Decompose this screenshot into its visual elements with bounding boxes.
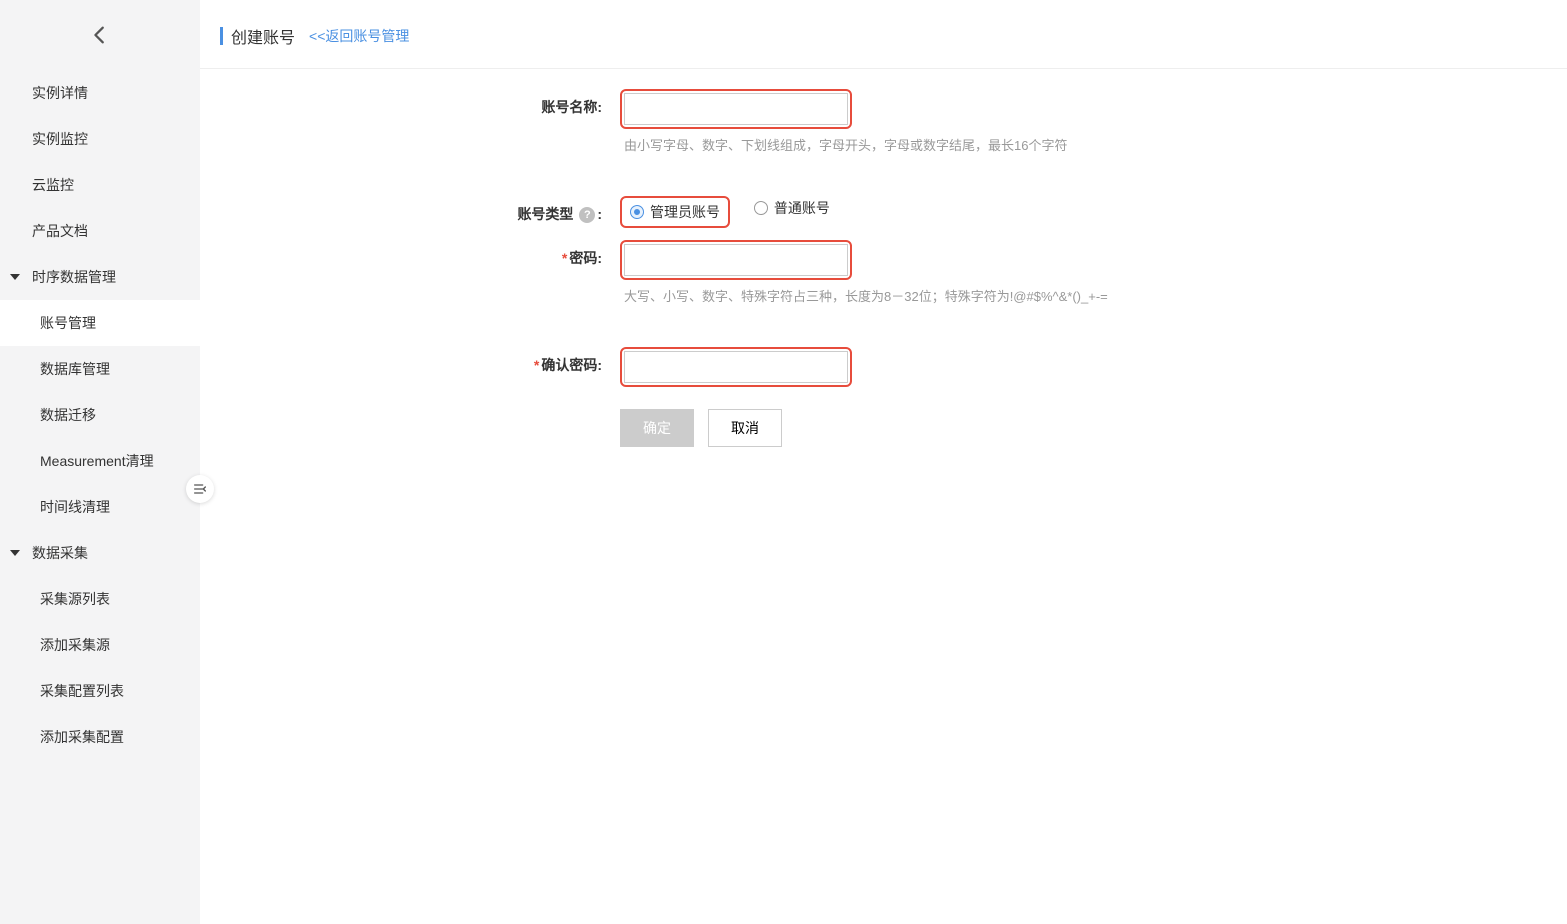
sidebar-item-instance-detail[interactable]: 实例详情 [0,70,200,116]
sidebar-item-source-list[interactable]: 采集源列表 [0,576,200,622]
sidebar-group-label: 数据采集 [32,543,88,563]
sidebar-item-config-list[interactable]: 采集配置列表 [0,668,200,714]
cancel-button[interactable]: 取消 [708,409,782,447]
back-link[interactable]: <<返回账号管理 [309,26,409,46]
account-name-label: 账号名称: [220,89,620,117]
page-title: 创建账号 [231,24,295,48]
chevron-left-icon [89,24,111,46]
sidebar: 实例详情 实例监控 云监控 产品文档 时序数据管理 账号管理 数据库管理 数据迁… [0,0,200,924]
password-label: *密码: [220,240,620,268]
confirm-password-input[interactable] [624,351,848,383]
radio-admin-label: 管理员账号 [650,202,720,222]
sidebar-item-add-config[interactable]: 添加采集配置 [0,714,200,760]
sidebar-item-account-manage[interactable]: 账号管理 [0,300,200,346]
confirm-button[interactable]: 确定 [620,409,694,447]
account-type-label-text: 账号类型 [517,206,573,222]
create-account-form: 账号名称: 由小写字母、数字、下划线组成，字母开头，字母或数字结尾，最长16个字… [200,69,1567,479]
sidebar-group-tsdata[interactable]: 时序数据管理 [0,254,200,300]
radio-normal-label: 普通账号 [774,198,830,218]
sidebar-group-label: 时序数据管理 [32,267,116,287]
back-button[interactable] [0,0,200,70]
account-name-highlight [620,89,852,129]
sidebar-item-instance-monitor[interactable]: 实例监控 [0,116,200,162]
account-name-hint: 由小写字母、数字、下划线组成，字母开头，字母或数字结尾，最长16个字符 [624,135,1547,154]
password-hint: 大写、小写、数字、特殊字符占三种，长度为8－32位；特殊字符为!@#$%^&*(… [624,286,1547,305]
sidebar-item-docs[interactable]: 产品文档 [0,208,200,254]
page-header: 创建账号 <<返回账号管理 [200,0,1567,69]
sidebar-item-timeline-clean[interactable]: 时间线清理 [0,484,200,530]
sidebar-group-collect[interactable]: 数据采集 [0,530,200,576]
account-type-colon: : [597,206,602,222]
password-highlight [620,240,852,280]
radio-normal[interactable] [754,201,768,215]
sidebar-item-database-manage[interactable]: 数据库管理 [0,346,200,392]
account-name-input[interactable] [624,93,848,125]
password-label-text: 密码: [569,250,602,266]
confirm-password-highlight [620,347,852,387]
help-icon[interactable]: ? [579,207,595,223]
account-type-admin-highlight: 管理员账号 [620,196,730,228]
account-type-label: 账号类型 ?: [220,196,620,224]
sidebar-item-data-migrate[interactable]: 数据迁移 [0,392,200,438]
sidebar-item-cloud-monitor[interactable]: 云监控 [0,162,200,208]
sidebar-item-measurement-clean[interactable]: Measurement清理 [0,438,200,484]
chevron-down-icon [10,550,20,556]
radio-admin[interactable] [630,205,644,219]
confirm-password-label-text: 确认密码: [541,357,602,373]
chevron-down-icon [10,274,20,280]
confirm-password-label: *确认密码: [220,347,620,375]
password-input[interactable] [624,244,848,276]
sidebar-collapse-toggle[interactable] [186,475,214,503]
header-accent-bar [220,27,223,45]
collapse-icon [192,481,208,497]
sidebar-item-add-source[interactable]: 添加采集源 [0,622,200,668]
main-content: 创建账号 <<返回账号管理 账号名称: 由小写字母、数字、下划线组成，字母开头，… [200,0,1567,924]
